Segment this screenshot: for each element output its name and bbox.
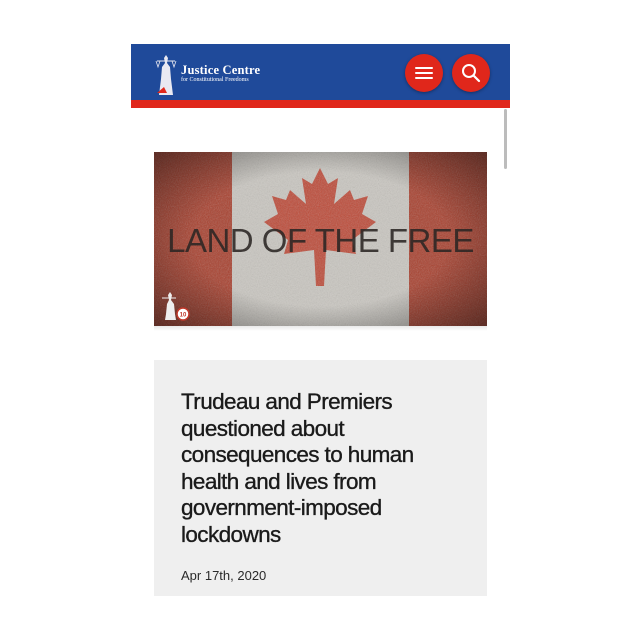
logo-title: Justice Centre <box>181 63 261 78</box>
mobile-viewport: Justice Centre for Constitutional Freedo… <box>131 44 510 640</box>
hero-image[interactable]: LAND OF THE FREE 10 <box>154 152 487 326</box>
search-icon <box>462 64 481 83</box>
hero-shadow <box>154 326 487 331</box>
svg-text:10: 10 <box>180 313 187 319</box>
site-logo[interactable]: Justice Centre for Constitutional Freedo… <box>155 48 295 100</box>
hero-caption: LAND OF THE FREE <box>167 222 474 259</box>
article-date: Apr 17th, 2020 <box>181 568 267 583</box>
scrollbar[interactable] <box>504 109 507 169</box>
header-accent-stripe <box>131 100 510 108</box>
lady-justice-icon <box>155 49 177 99</box>
search-button[interactable] <box>452 54 490 92</box>
hamburger-menu-icon <box>415 67 433 79</box>
article-title[interactable]: Trudeau and Premiers questioned about co… <box>181 389 471 548</box>
site-header: Justice Centre for Constitutional Freedo… <box>131 44 510 100</box>
justice-anniversary-badge-icon: 10 <box>162 292 190 321</box>
menu-button[interactable] <box>405 54 443 92</box>
article-card[interactable]: Trudeau and Premiers questioned about co… <box>154 360 487 596</box>
logo-subtitle: for Constitutional Freedoms <box>181 77 249 84</box>
